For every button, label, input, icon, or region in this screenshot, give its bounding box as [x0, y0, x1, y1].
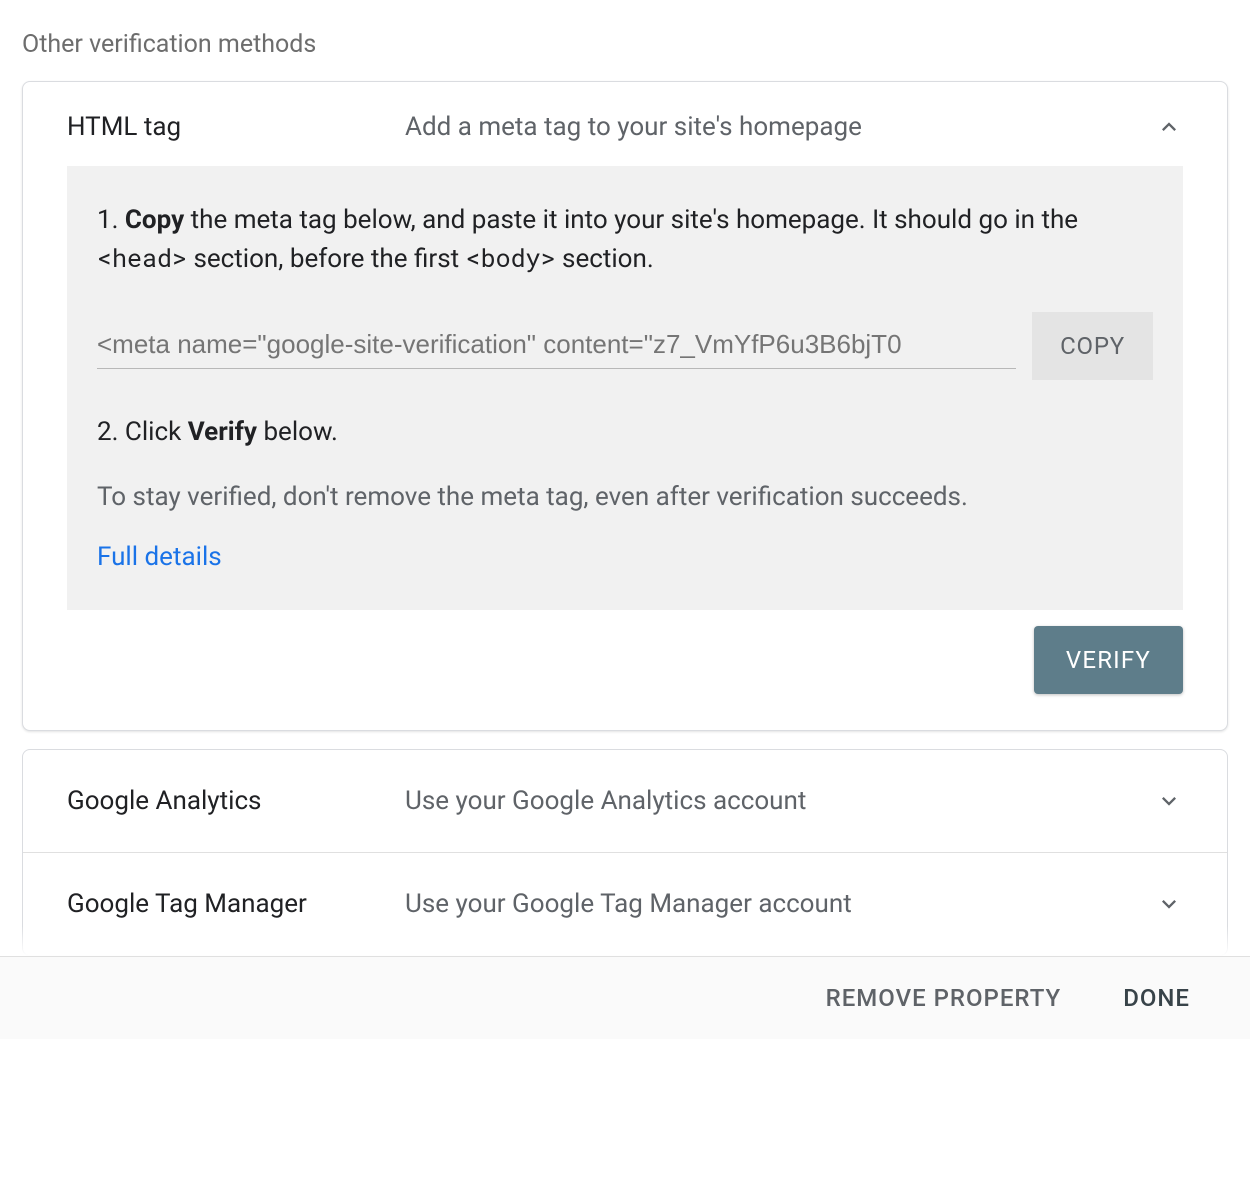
- step-2-end: below.: [257, 417, 338, 447]
- html-tag-title: HTML tag: [67, 112, 405, 142]
- copy-button[interactable]: COPY: [1032, 312, 1153, 380]
- chevron-up-icon: [1155, 113, 1183, 141]
- dialog-footer: REMOVE PROPERTY DONE: [0, 956, 1250, 1039]
- done-button[interactable]: DONE: [1117, 983, 1196, 1013]
- step-1-text-a: the meta tag below, and paste it into yo…: [184, 205, 1078, 235]
- step-1-text-b: section, before the first: [187, 244, 466, 274]
- html-tag-card: HTML tag Add a meta tag to your site's h…: [22, 81, 1228, 731]
- chevron-down-icon: [1155, 890, 1183, 918]
- verify-button[interactable]: VERIFY: [1034, 626, 1183, 694]
- meta-tag-row: COPY: [97, 312, 1153, 380]
- method-title: Google Analytics: [67, 786, 405, 816]
- step-2-bold: Verify: [188, 417, 257, 447]
- other-methods-list: Google Analytics Use your Google Analyti…: [22, 749, 1228, 956]
- remove-property-button[interactable]: REMOVE PROPERTY: [820, 983, 1068, 1013]
- step-2: 2. Click Verify below.: [97, 414, 1153, 452]
- stay-verified-note: To stay verified, don't remove the meta …: [97, 482, 1153, 512]
- method-google-analytics[interactable]: Google Analytics Use your Google Analyti…: [23, 750, 1227, 853]
- step-2-prefix: 2. Click: [97, 417, 188, 447]
- step-1-text-c: section.: [556, 244, 654, 274]
- method-title: Google Tag Manager: [67, 889, 405, 919]
- chevron-down-icon: [1155, 787, 1183, 815]
- step-1: 1. Copy the meta tag below, and paste it…: [97, 202, 1153, 278]
- section-title: Other verification methods: [22, 20, 1228, 81]
- verify-row: VERIFY: [23, 610, 1227, 730]
- step-1-code-head: <head>: [97, 241, 187, 274]
- full-details-link[interactable]: Full details: [97, 542, 222, 572]
- step-1-code-body: <body>: [466, 241, 556, 274]
- html-tag-subtitle: Add a meta tag to your site's homepage: [405, 112, 1155, 142]
- meta-tag-input[interactable]: [97, 323, 1016, 369]
- html-tag-body: 1. Copy the meta tag below, and paste it…: [67, 166, 1183, 610]
- method-subtitle: Use your Google Tag Manager account: [405, 889, 1155, 919]
- step-1-number: 1.: [97, 205, 125, 235]
- method-subtitle: Use your Google Analytics account: [405, 786, 1155, 816]
- method-google-tag-manager[interactable]: Google Tag Manager Use your Google Tag M…: [23, 853, 1227, 955]
- step-1-bold: Copy: [125, 205, 184, 235]
- html-tag-header[interactable]: HTML tag Add a meta tag to your site's h…: [23, 82, 1227, 166]
